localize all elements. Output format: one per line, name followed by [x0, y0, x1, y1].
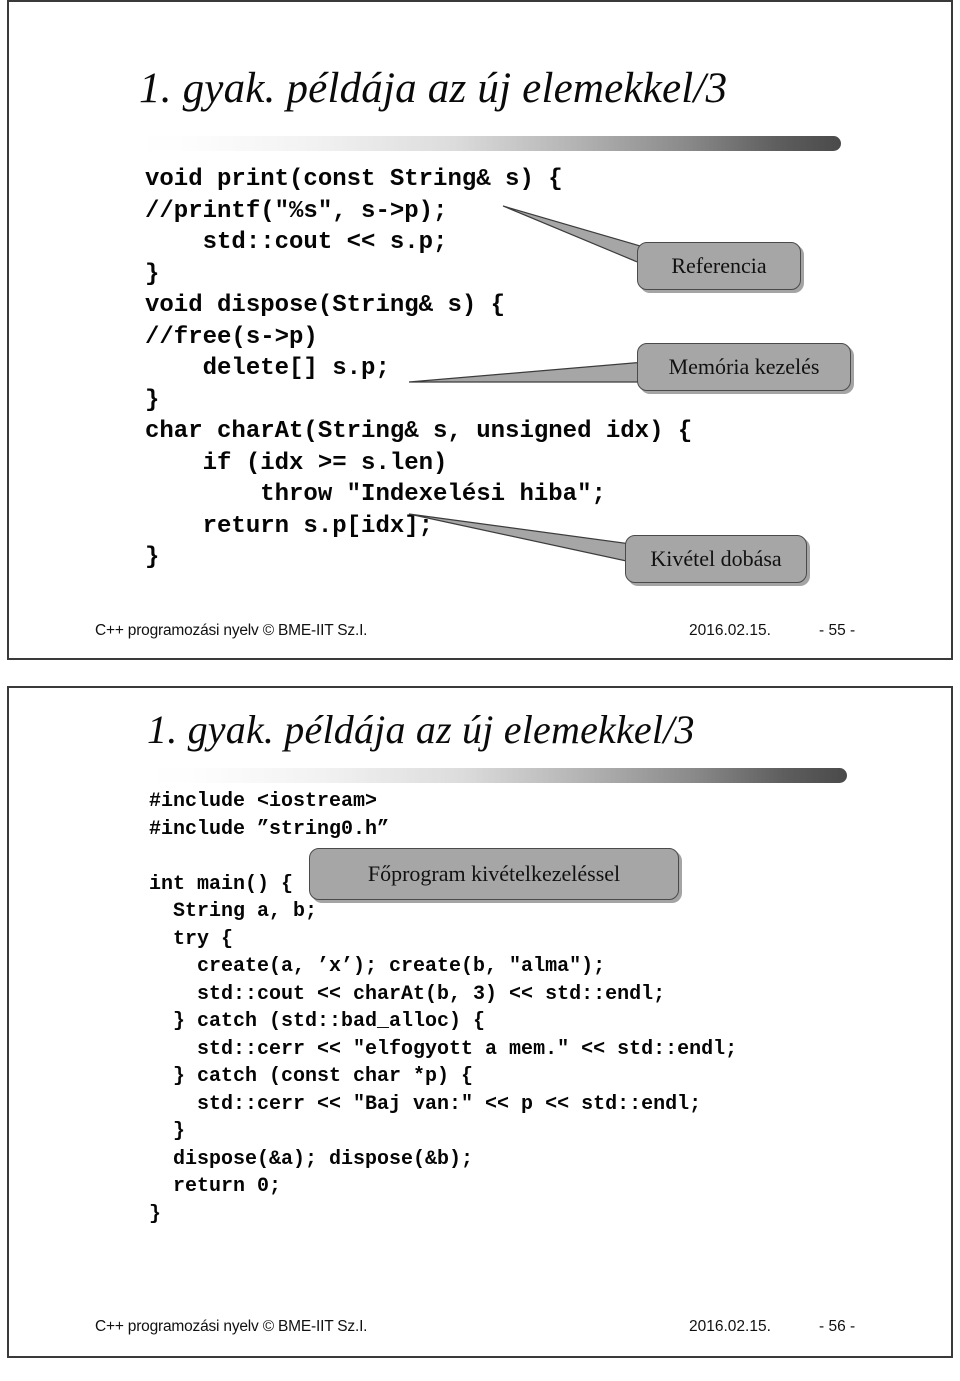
title-underline-bar	[147, 768, 847, 783]
code-block: void print(const String& s) { //printf("…	[145, 166, 693, 571]
footer-page-number: - 55 -	[819, 622, 856, 639]
footer-page-number: - 56 -	[819, 1318, 856, 1335]
slide-deck-page: 1. gyak. példája az új elemekkel/3 void …	[0, 0, 960, 1358]
callout-memoria-kezeles: Memória kezelés	[637, 343, 851, 391]
callout-foprogram-kivetelkezelessel: Főprogram kivételkezeléssel	[309, 848, 679, 900]
callout-label: Referencia	[671, 253, 767, 278]
footer-date: 2016.02.15.	[689, 622, 771, 639]
footer-credit: C++ programozási nyelv © BME-IIT Sz.I.	[95, 622, 368, 639]
callout-kivetel-dobasa: Kivétel dobása	[625, 535, 807, 583]
footer-date: 2016.02.15.	[689, 1318, 771, 1335]
page-title: 1. gyak. példája az új elemekkel/3	[139, 65, 728, 112]
callout-label: Főprogram kivételkezeléssel	[367, 861, 621, 886]
callout-label: Memória kezelés	[668, 354, 820, 379]
slide-55: 1. gyak. példája az új elemekkel/3 void …	[7, 0, 953, 660]
page-title: 1. gyak. példája az új elemekkel/3	[147, 707, 695, 752]
footer-credit: C++ programozási nyelv © BME-IIT Sz.I.	[95, 1318, 368, 1335]
callout-referencia: Referencia	[637, 242, 801, 290]
callout-label: Kivétel dobása	[650, 546, 782, 571]
title-underline-bar	[137, 136, 841, 151]
slide-56: 1. gyak. példája az új elemekkel/3 #incl…	[7, 686, 953, 1358]
